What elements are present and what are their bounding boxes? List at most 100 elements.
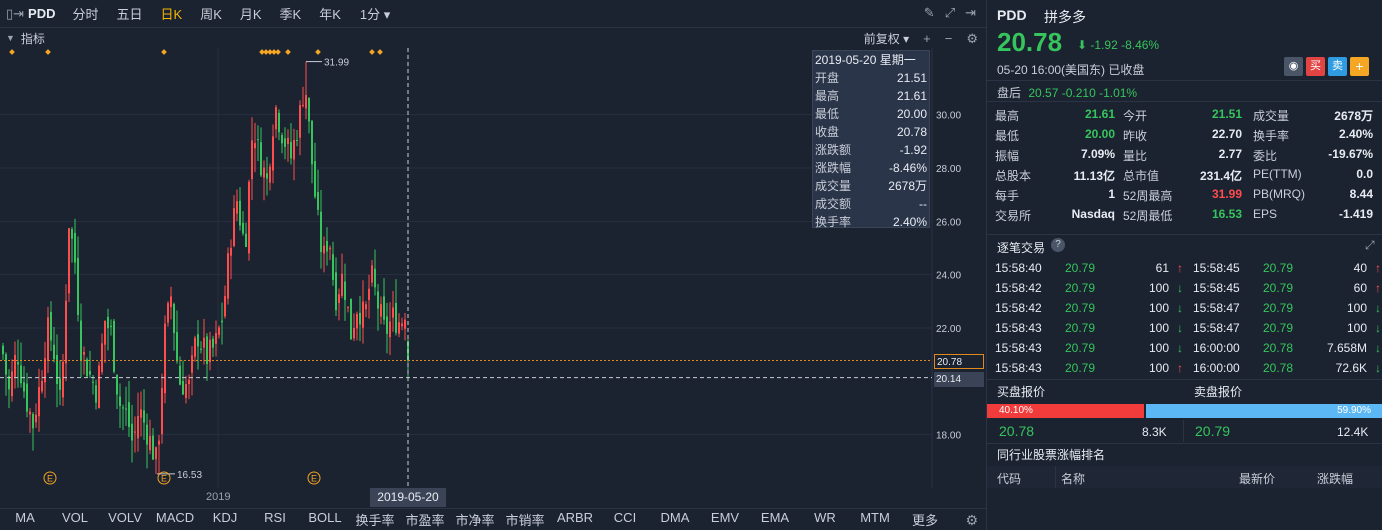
quote-stat-value: 21.61 [1084,107,1115,121]
quote-stat-value: 7.09% [1080,147,1115,161]
candle-body [206,336,208,364]
indicator-tab-18[interactable]: 更多 [900,510,950,529]
indicator-tab-14[interactable]: EMV [700,510,750,529]
x-axis-year-label: 2019 [206,491,231,503]
info-row: 换手率 2.40% [813,213,929,231]
earnings-marker-icon[interactable]: E [43,471,57,485]
peer-col-change[interactable]: 涨跌幅 [1317,470,1353,487]
buy-button[interactable]: 买 [1306,57,1325,76]
peer-col-name[interactable]: 名称 [1061,470,1085,487]
bell-icon[interactable]: ◉ [1284,57,1303,76]
indicator-tab-5[interactable]: RSI [250,510,300,529]
sell-button[interactable]: 卖 [1328,57,1347,76]
expand-icon[interactable]: ⤢ [1365,238,1375,253]
add-watchlist-button[interactable]: + [1350,57,1369,76]
indicator-tab-4[interactable]: KDJ [200,510,250,529]
dividend-marker-icon[interactable] [9,49,15,55]
dividend-marker-icon[interactable] [315,49,321,55]
interval-dropdown[interactable]: 1分 ▾ [350,4,400,23]
quote-stat-key: 换手率 [1253,129,1290,143]
gear-icon[interactable]: ⚙ [966,31,978,47]
indicator-tab-17[interactable]: MTM [850,510,900,529]
sidebar-toggle-icon[interactable]: ▯⇥ [6,6,24,22]
chevron-down-icon[interactable]: ▼ [6,33,15,43]
candle-body [20,365,22,384]
candle-body [176,332,178,362]
indicator-tab-7[interactable]: 换手率 [350,510,400,529]
candle-body [113,320,115,372]
quote-stat-value: Nasdaq [1071,207,1115,221]
pencil-icon[interactable]: ✎ [924,5,935,21]
indicator-tab-16[interactable]: WR [800,510,850,529]
candle-body [209,339,211,363]
period-tab-5[interactable]: 季K [271,4,311,23]
dividend-marker-icon[interactable] [161,49,167,55]
candle-body [107,316,109,329]
quote-actions: ◉ 买 卖 + [1284,57,1369,76]
candle-body [167,303,169,323]
indicator-tab-10[interactable]: 市销率 [500,510,550,529]
adjust-dropdown[interactable]: 前复权 ▾ [864,30,909,47]
peer-col-code[interactable]: 代码 [997,470,1021,487]
period-tab-6[interactable]: 年K [310,4,350,23]
peer-col-price[interactable]: 最新价 [1239,470,1275,487]
plus-icon[interactable]: + [923,31,931,46]
tick-price: 20.79 [1065,261,1096,275]
indicator-tab-9[interactable]: 市净率 [450,510,500,529]
info-key: 涨跌额 [815,143,852,157]
panel-collapse-icon[interactable]: ⇥ [965,5,976,21]
indicator-tab-3[interactable]: MACD [150,510,200,529]
period-tab-1[interactable]: 五日 [108,4,152,23]
info-row: 最低 20.00 [813,105,929,123]
gear-icon[interactable]: ⚙ [965,512,978,529]
minus-icon[interactable]: − [945,31,953,46]
earnings-marker-icon[interactable]: E [307,471,321,485]
indicator-tab-8[interactable]: 市盈率 [400,510,450,529]
quote-time: 05-20 16:00(美国东) 已收盘 [997,63,1145,77]
indicator-tab-13[interactable]: DMA [650,510,700,529]
period-tab-2[interactable]: 日K [152,4,192,23]
dividend-marker-icon[interactable] [275,49,281,55]
dividend-marker-icon[interactable] [369,49,375,55]
quote-stat-key: 52周最低 [1123,209,1173,223]
indicator-label[interactable]: 指标 [21,30,45,47]
quote-stat-key: 每手 [995,189,1020,203]
period-tab-0[interactable]: 分时 [64,4,108,23]
info-row: 涨跌幅 -8.46% [813,159,929,177]
earnings-marker-icon[interactable]: E [157,471,171,485]
arrow-up-icon: ↑ [1375,281,1381,295]
expand-icon[interactable]: ⤢ [945,5,955,21]
candle-body [35,414,37,423]
candle-body [380,304,382,317]
candle-body [50,311,52,341]
ticks-list: 15:58:40 20.79 61 ↑ 15:58:42 20.79 100 ↓ 15:58:4… [987,258,1382,378]
indicator-tab-15[interactable]: EMA [750,510,800,529]
tick-volume: 61 [1155,261,1169,275]
indicator-tab-12[interactable]: CCI [600,510,650,529]
candle-body [230,247,232,256]
candle-body [344,281,346,301]
quote-stat-row: 最高 21.61 今开 21.51 成交量 2678万 [987,104,1382,124]
candle-body [350,298,352,340]
candle-body [203,337,205,348]
candle-body [236,201,238,214]
period-tab-4[interactable]: 月K [231,4,271,23]
quote-stat-key: 52周最高 [1123,189,1173,203]
dividend-marker-icon[interactable] [285,49,291,55]
tick-price: 20.79 [1263,301,1294,315]
indicator-tab-1[interactable]: VOL [50,510,100,529]
candle-body [146,424,148,445]
indicator-tab-6[interactable]: BOLL [300,510,350,529]
indicator-tab-2[interactable]: VOLV [100,510,150,529]
period-tab-3[interactable]: 周K [191,4,231,23]
candle-body [89,371,91,375]
dividend-marker-icon[interactable] [45,49,51,55]
candle-body [77,257,79,315]
help-icon[interactable]: ? [1051,238,1065,252]
dividend-marker-icon[interactable] [377,49,383,55]
indicator-tab-11[interactable]: ARBR [550,510,600,529]
info-row: 涨跌额 -1.92 [813,141,929,159]
peer-ranking-title: 同行业股票涨幅排名 [997,448,1106,462]
indicator-tab-0[interactable]: MA [0,510,50,529]
quote-stat-key: 振幅 [995,149,1020,163]
